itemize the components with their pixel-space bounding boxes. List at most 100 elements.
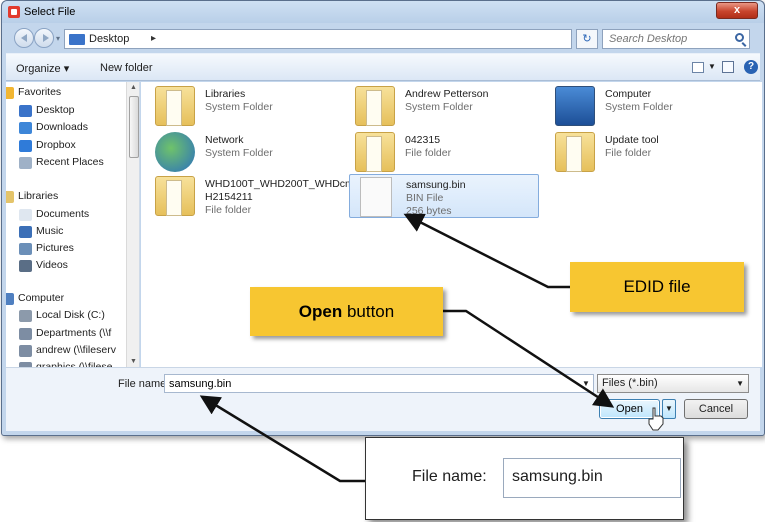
- nav-item-label: Pictures: [36, 242, 74, 254]
- file-type-filter[interactable]: Files (*.bin) ▼: [597, 374, 749, 393]
- libraries-folder-icon: [155, 86, 195, 126]
- file-item-text: System Folder: [405, 101, 473, 113]
- file-item[interactable]: Andrew Petterson System Folder: [349, 84, 539, 128]
- change-view-icon[interactable]: [692, 62, 704, 73]
- address-bar[interactable]: Desktop ▸ ▼: [64, 29, 615, 49]
- nav-item-favorites[interactable]: Favorites: [6, 86, 62, 102]
- nav-item-departments-f[interactable]: Departments (\\f: [19, 327, 111, 343]
- organize-button[interactable]: Organize ▾: [16, 62, 69, 75]
- mouse-pointer-icon: [648, 407, 664, 431]
- network-drive-icon: [19, 345, 32, 357]
- file-item-text: BIN File: [406, 192, 444, 204]
- help-icon[interactable]: ?: [744, 60, 758, 74]
- nav-item-pictures[interactable]: Pictures: [19, 242, 74, 258]
- nav-item-downloads[interactable]: Downloads: [19, 121, 88, 137]
- filter-dropdown-icon[interactable]: ▼: [736, 379, 744, 388]
- file-item-text: samsung.bin: [406, 179, 466, 191]
- nav-item-videos[interactable]: Videos: [19, 259, 68, 275]
- nav-item-label: Computer: [18, 292, 65, 304]
- user-folder-icon: [355, 86, 395, 126]
- callout-open-bold: Open: [298, 302, 343, 321]
- nav-item-label: Videos: [36, 259, 68, 271]
- search-input[interactable]: [609, 31, 729, 47]
- file-name-label: File name:: [118, 378, 170, 390]
- file-item-text: Network: [205, 134, 244, 146]
- window-title: Select File: [24, 6, 76, 18]
- file-item[interactable]: Libraries System Folder: [149, 84, 339, 128]
- network-icon: [155, 132, 195, 172]
- file-item-text: File folder: [405, 147, 452, 159]
- pictures-icon: [19, 243, 32, 255]
- view-options-dropdown-icon[interactable]: ▼: [708, 62, 716, 71]
- bin-file-icon: [360, 177, 392, 217]
- nav-item-label: Favorites: [18, 86, 62, 98]
- nav-item-desktop[interactable]: Desktop: [19, 104, 75, 120]
- nav-item-label: Libraries: [18, 190, 59, 202]
- nav-item-label: Recent Places: [36, 156, 104, 168]
- nav-item-label: Local Disk (C:): [36, 309, 105, 321]
- address-separator[interactable]: ▸: [151, 33, 156, 44]
- scroll-up-icon[interactable]: ▲: [130, 84, 137, 91]
- search-box[interactable]: [602, 29, 750, 49]
- file-name-dropdown-icon[interactable]: ▼: [582, 379, 590, 388]
- documents-icon: [19, 209, 32, 221]
- nav-item-andrew-fileserv[interactable]: andrew (\\fileserv: [19, 344, 116, 360]
- nav-item-label: Downloads: [36, 121, 88, 133]
- nav-item-recent-places[interactable]: Recent Places: [19, 156, 104, 172]
- open-button-callout: Open button: [250, 287, 443, 336]
- file-name-input[interactable]: [164, 374, 594, 393]
- file-name-zoom-inset: File name: samsung.bin: [365, 437, 684, 520]
- dropbox-icon: [19, 140, 32, 152]
- nav-scrollbar[interactable]: ▲ ▼: [126, 82, 139, 367]
- file-item-text: H2154211: [205, 191, 253, 203]
- file-item-text: System Folder: [205, 101, 273, 113]
- address-path: Desktop: [89, 33, 130, 45]
- nav-item-dropbox[interactable]: Dropbox: [19, 139, 76, 155]
- nav-item-libraries[interactable]: Libraries: [6, 190, 59, 206]
- navigation-pane: Favorites Desktop Downloads Dropbox Recent P…: [6, 82, 140, 367]
- nav-item-label: Desktop: [36, 104, 75, 116]
- file-list: Libraries System Folder Andrew Petterson Sy…: [141, 82, 762, 367]
- file-item-text: Andrew Petterson: [405, 88, 489, 100]
- nav-item-music[interactable]: Music: [19, 225, 63, 241]
- zoom-file-name-field: samsung.bin: [503, 458, 681, 498]
- file-item-text: Libraries: [205, 88, 246, 100]
- nav-item-computer[interactable]: Computer: [6, 292, 65, 308]
- scroll-thumb[interactable]: [129, 96, 139, 158]
- file-item[interactable]: samsung.bin BIN File 256 bytes: [349, 174, 539, 218]
- refresh-button[interactable]: ↻: [576, 29, 598, 49]
- search-icon[interactable]: [735, 33, 744, 42]
- computer-icon: [6, 293, 14, 305]
- libraries-icon: [6, 191, 14, 203]
- file-item[interactable]: 042315 File folder: [349, 130, 539, 174]
- folder-icon: [355, 132, 395, 172]
- file-item[interactable]: Computer System Folder: [549, 84, 739, 128]
- app-icon: [8, 6, 20, 18]
- nav-item-label: Dropbox: [36, 139, 76, 151]
- title-bar: Select File x: [2, 1, 764, 23]
- file-item-text: Computer: [605, 88, 652, 100]
- back-button[interactable]: [14, 28, 34, 48]
- preview-pane-icon[interactable]: [722, 61, 734, 73]
- downloads-icon: [19, 122, 32, 134]
- scroll-down-icon[interactable]: ▼: [130, 358, 137, 365]
- nav-item-documents[interactable]: Documents: [19, 208, 90, 224]
- nav-item-label: andrew (\\fileserv: [36, 344, 116, 356]
- file-item-text: Update tool: [605, 134, 659, 146]
- folder-icon: [155, 176, 195, 216]
- recent-locations-icon[interactable]: ▾: [56, 34, 64, 43]
- music-icon: [19, 226, 32, 238]
- disk-icon: [19, 310, 32, 322]
- nav-item-label: Documents: [36, 208, 90, 220]
- file-item[interactable]: WHD100T_WHD200T_WHDcmnRU H2154211 File fol…: [149, 174, 375, 218]
- file-item[interactable]: Update tool File folder: [549, 130, 739, 174]
- nav-item-local-disk-c[interactable]: Local Disk (C:): [19, 309, 105, 325]
- desktop-icon: [69, 34, 85, 45]
- file-item[interactable]: Network System Folder: [149, 130, 339, 174]
- star-icon: [6, 87, 14, 99]
- forward-button[interactable]: [34, 28, 54, 48]
- new-folder-button[interactable]: New folder: [100, 62, 153, 74]
- cancel-button[interactable]: Cancel: [684, 399, 748, 419]
- close-button[interactable]: x: [716, 2, 758, 19]
- computer-icon: [555, 86, 595, 126]
